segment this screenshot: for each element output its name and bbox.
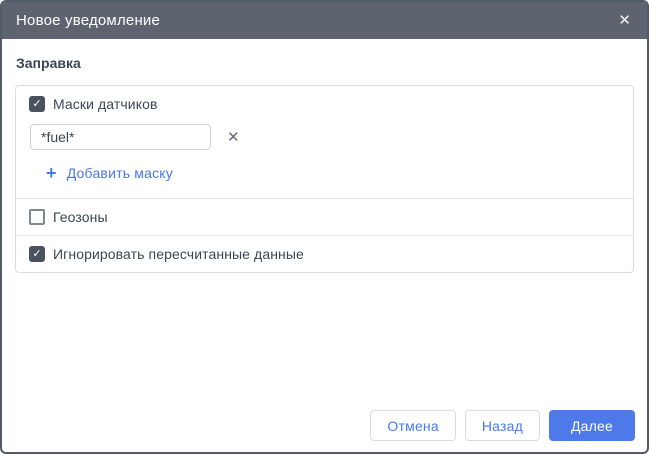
geofences-checkbox[interactable] <box>29 209 45 225</box>
dialog-footer: Отмена Назад Далее <box>370 410 635 441</box>
plus-icon: + <box>46 164 57 182</box>
sensor-masks-label: Маски датчиков <box>53 96 158 112</box>
geofences-row[interactable]: Геозоны <box>16 198 633 235</box>
remove-mask-icon[interactable]: ✕ <box>227 130 240 145</box>
mask-input[interactable] <box>30 124 211 150</box>
ignore-recalculated-row[interactable]: ✓ Игнорировать пересчитанные данные <box>16 235 633 272</box>
add-mask-link[interactable]: + Добавить маску <box>46 164 173 182</box>
close-icon[interactable]: ✕ <box>616 9 633 32</box>
dialog-body: Заправка ✓ Маски датчиков ✕ + Добавить м… <box>2 39 647 452</box>
sensor-masks-section: ✓ Маски датчиков ✕ + Добавить маску <box>16 86 633 198</box>
check-icon: ✓ <box>32 249 41 260</box>
options-group: ✓ Маски датчиков ✕ + Добавить маску Геоз… <box>15 85 634 273</box>
new-notification-dialog: Новое уведомление ✕ Заправка ✓ Маски дат… <box>0 0 649 454</box>
ignore-recalculated-checkbox[interactable]: ✓ <box>29 246 45 262</box>
sensor-masks-checkbox[interactable]: ✓ <box>29 96 45 112</box>
next-button[interactable]: Далее <box>549 410 635 441</box>
cancel-button[interactable]: Отмена <box>370 410 455 441</box>
dialog-header: Новое уведомление ✕ <box>2 2 647 39</box>
add-mask-label: Добавить маску <box>67 165 173 181</box>
ignore-recalculated-label: Игнорировать пересчитанные данные <box>53 246 304 262</box>
dialog-title: Новое уведомление <box>16 12 616 29</box>
sensor-masks-row[interactable]: ✓ Маски датчиков <box>29 96 620 112</box>
back-button[interactable]: Назад <box>465 410 540 441</box>
section-label-refueling: Заправка <box>16 55 634 71</box>
check-icon: ✓ <box>32 99 41 110</box>
geofences-label: Геозоны <box>53 209 108 225</box>
mask-input-row: ✕ <box>30 124 620 150</box>
